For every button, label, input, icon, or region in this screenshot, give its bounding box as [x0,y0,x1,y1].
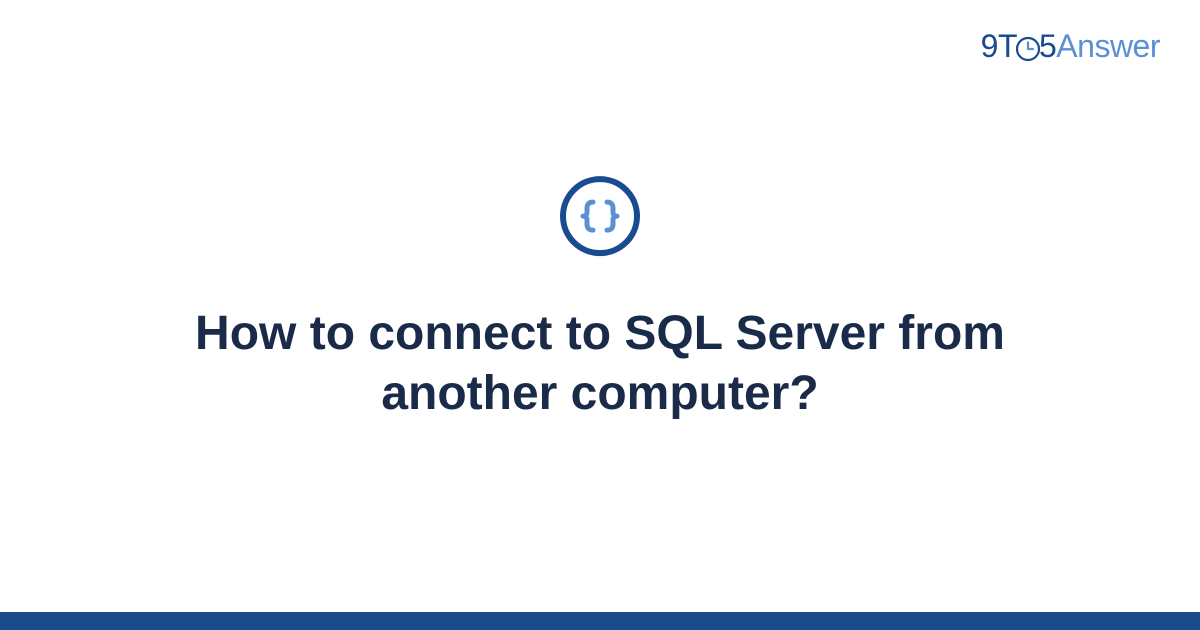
code-braces-icon [560,176,640,256]
logo-part-9t: 9T [981,28,1017,64]
logo-part-5: 5 [1039,28,1056,64]
footer-accent-bar [0,612,1200,630]
main-content: How to connect to SQL Server from anothe… [0,176,1200,424]
clock-icon [1015,36,1041,62]
site-logo: 9T 5Answer [981,28,1160,65]
page-title: How to connect to SQL Server from anothe… [160,304,1040,424]
logo-part-answer: Answer [1056,28,1160,64]
